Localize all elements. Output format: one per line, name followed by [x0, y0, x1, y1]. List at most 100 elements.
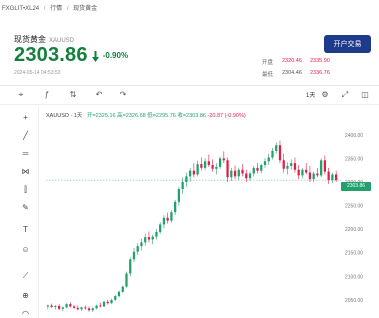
candle [117, 290, 121, 298]
candle [293, 157, 297, 173]
candle [282, 153, 285, 173]
candle [215, 163, 218, 175]
candle [327, 167, 330, 184]
candle-body-down [308, 172, 312, 180]
candle [241, 164, 244, 177]
brush-icon[interactable]: ✎ [20, 202, 31, 213]
candle [87, 306, 91, 312]
candle-body-down [305, 169, 308, 173]
candle-body-down [72, 306, 76, 308]
y-axis-tick-label: 2400.00 [345, 133, 363, 139]
ruler-icon[interactable]: ⟋ [20, 270, 31, 281]
candle-body-up [203, 161, 207, 168]
zoom-icon[interactable]: ⊕ [20, 290, 31, 301]
candle [99, 302, 102, 308]
breadcrumb-item-market[interactable]: 行情 [50, 6, 62, 12]
candle [140, 238, 143, 251]
candle [76, 305, 79, 311]
y-axis-tick-label: 2050.00 [345, 298, 363, 304]
screenshot-icon[interactable]: ◫ [360, 90, 370, 100]
candle [106, 299, 109, 305]
candle-body-up [271, 150, 274, 158]
candle [211, 159, 214, 172]
candle [185, 172, 188, 187]
last-price-tag: 2303.86 [341, 182, 371, 191]
candle [102, 300, 106, 307]
candle-body-down [57, 305, 61, 309]
candle [57, 304, 61, 311]
candle [218, 156, 222, 169]
candle [147, 231, 151, 243]
stat-value: 2320.46 [282, 58, 302, 64]
indicator-icon[interactable]: ƒ [42, 90, 52, 100]
candle [95, 304, 98, 310]
candle-body-down [323, 160, 327, 172]
candle [54, 305, 57, 310]
trend-line-icon[interactable]: ╱ [20, 130, 31, 141]
candle-body-up [54, 305, 57, 307]
candle [312, 171, 315, 182]
candle-body-up [91, 308, 94, 311]
candle [267, 153, 270, 166]
price-row: 2303.86 -0.90% [14, 44, 128, 67]
compare-icon[interactable]: ⇅ [68, 90, 78, 100]
candle-body-down [69, 304, 72, 307]
pattern-icon[interactable]: ⋈ [20, 166, 31, 177]
redo-icon[interactable]: ↷ [118, 90, 128, 100]
period-selector[interactable]: 1天 [306, 90, 315, 99]
breadcrumb-item-site[interactable]: FXGLIT•XL24 [2, 6, 39, 12]
magnet-icon[interactable]: ◠ [20, 308, 31, 318]
candle [46, 304, 49, 310]
candle [301, 167, 304, 179]
candle [320, 158, 323, 178]
candle-body-up [230, 170, 233, 178]
candle-body-up [170, 212, 173, 221]
candle [233, 165, 237, 180]
candle-body-up [121, 286, 124, 292]
candle [297, 165, 300, 180]
candle [162, 215, 166, 229]
candlestick-chart[interactable]: 2400.002350.002300.002250.002200.002150.… [38, 108, 379, 318]
candle [114, 295, 117, 301]
candle [192, 163, 195, 178]
candle [256, 163, 259, 174]
text-icon[interactable]: T [20, 224, 31, 235]
candle [144, 233, 147, 246]
stat-value: 2335.90 [310, 58, 330, 64]
candle-body-up [136, 246, 139, 252]
fib-icon[interactable]: ⫿ [20, 184, 31, 195]
breadcrumb-separator: / [43, 6, 46, 12]
candle-body-up [248, 173, 252, 179]
y-axis-tick-label: 2100.00 [345, 274, 363, 280]
candle [196, 160, 199, 177]
cursor-icon[interactable]: + [20, 112, 31, 123]
breadcrumb: FXGLIT•XL24 / 行情 / 现货黄金 [2, 3, 100, 12]
candle [84, 305, 87, 310]
candle-body-down [99, 305, 102, 307]
candle [189, 167, 192, 182]
candle-body-down [245, 173, 248, 179]
candle [260, 164, 263, 174]
candle [166, 212, 169, 224]
candle-body-up [189, 170, 192, 177]
candle-body-down [282, 160, 285, 169]
emoji-icon[interactable]: ☺ [20, 244, 31, 255]
candle-body-up [185, 176, 188, 182]
open-account-button[interactable]: 开户交易 [324, 35, 371, 53]
fullscreen-icon[interactable]: ⤢ [340, 90, 350, 100]
candle [69, 302, 72, 308]
crosshair-icon[interactable]: ⌖ [16, 90, 26, 100]
candle-body-up [162, 217, 166, 225]
candle-body-up [286, 165, 289, 169]
candle [263, 158, 267, 168]
stat-value: 2304.46 [282, 70, 302, 76]
candle-body-up [218, 158, 222, 167]
undo-icon[interactable]: ↶ [94, 90, 104, 100]
horizontal-line-icon[interactable]: ═ [20, 148, 31, 159]
candle [50, 303, 53, 308]
candle-body-down [327, 171, 330, 181]
candle [290, 159, 293, 170]
candle-body-up [301, 169, 304, 176]
breadcrumb-separator: / [66, 6, 69, 12]
settings-icon[interactable]: ⚙ [320, 90, 330, 100]
